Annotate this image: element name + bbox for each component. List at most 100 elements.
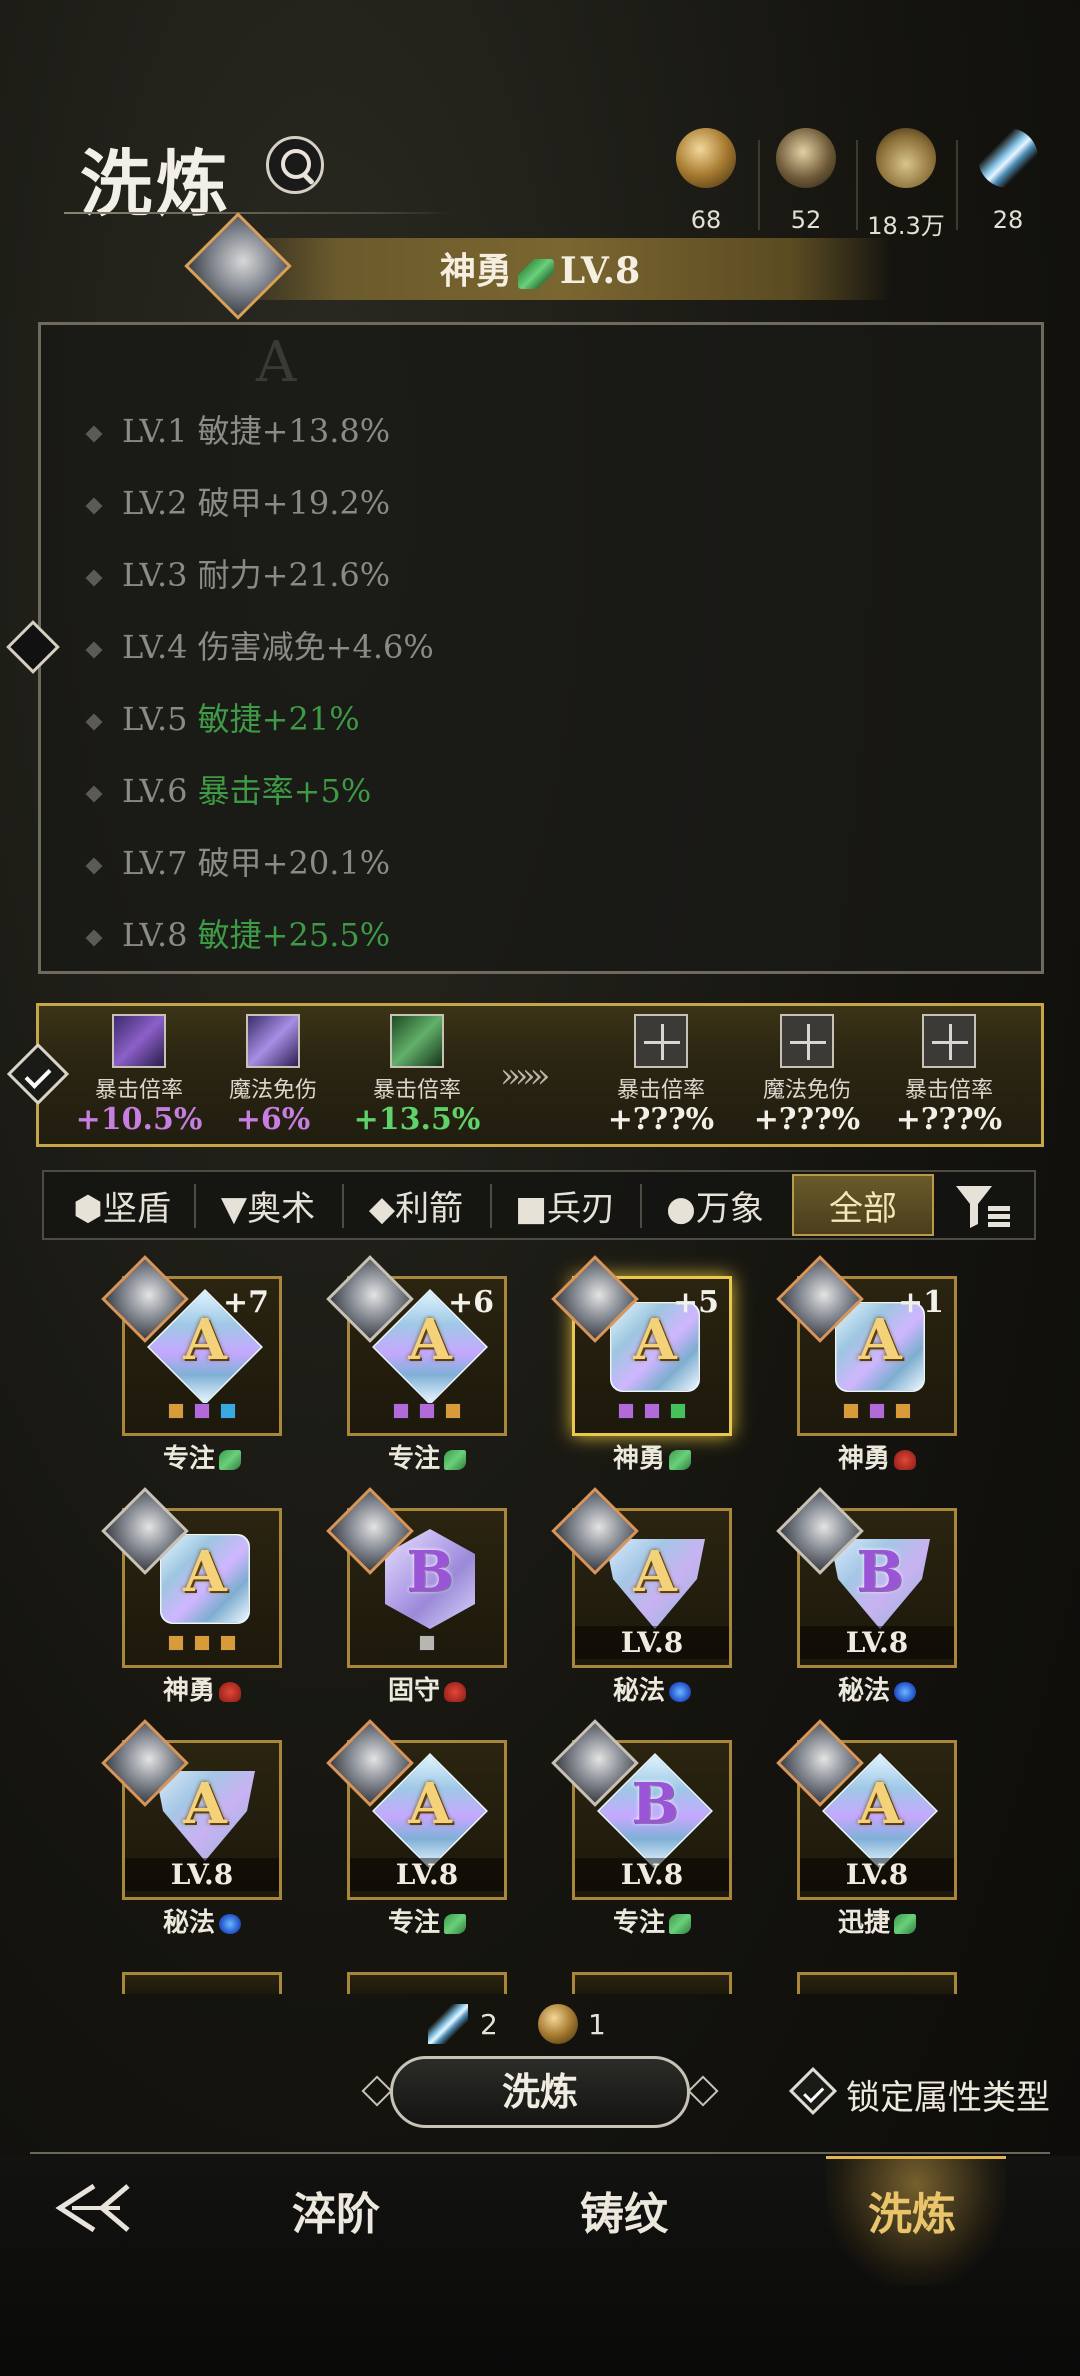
red-rune-icon (444, 1682, 466, 1702)
gem-slots (350, 1403, 504, 1423)
green-rune-icon (219, 1450, 241, 1470)
gem-slots (575, 1403, 729, 1423)
preview-attr-3: 暴击倍率 +???% (874, 1014, 1024, 1137)
stat-row: LV.6 暴击率+5% (85, 766, 371, 812)
plus-icon (780, 1014, 834, 1068)
stat-level: LV.3 (122, 556, 188, 594)
slot-icon (644, 1403, 660, 1419)
refine-button[interactable]: 洗炼 (390, 2056, 690, 2128)
gem-name: 秘法 (122, 1902, 282, 1939)
gem-name: 神勇 (797, 1438, 957, 1475)
stat-level: LV.5 (122, 700, 188, 738)
plus-icon (634, 1014, 688, 1068)
search-icon[interactable] (266, 136, 324, 194)
resource-ore-gold[interactable]: 68 (656, 128, 756, 234)
slot-icon (168, 1635, 184, 1651)
back-icon[interactable] (54, 2178, 138, 2238)
green-rune-icon (669, 1914, 691, 1934)
stat-attr: 敏捷+21% (197, 700, 360, 738)
gem-card-partial[interactable] (122, 1972, 282, 1994)
red-rune-icon (894, 1450, 916, 1470)
ore-gold-icon (676, 128, 736, 188)
gem-name: 迅捷 (797, 1902, 957, 1939)
cost-ore: 1 (588, 2008, 606, 2041)
filter-tab-arrow[interactable]: ◆利箭 (344, 1178, 488, 1232)
agility-rune-icon (517, 259, 554, 289)
stat-row: LV.3 耐力+21.6% (85, 550, 391, 596)
gem-name: 秘法 (797, 1670, 957, 1707)
slot-icon (618, 1403, 634, 1419)
stat-attr: 敏捷+25.5% (197, 916, 391, 954)
gem-card-partial[interactable] (347, 1972, 507, 1994)
title-divider (64, 212, 454, 214)
current-attr-1: 暴击倍率 +10.5% (64, 1014, 214, 1137)
slot-icon (220, 1403, 236, 1419)
gem-level: LV.8 (350, 1858, 504, 1891)
bullet-icon (85, 569, 103, 586)
filter-tab-shield[interactable]: ⬢坚盾 (52, 1178, 192, 1232)
bullet-icon (85, 857, 103, 874)
gem-name: 秘法 (572, 1670, 732, 1707)
gem-enhance-level: +5 (672, 1285, 719, 1320)
nav-tab-forge[interactable]: 铸纹 (580, 2178, 668, 2242)
cost-feather: 2 (480, 2008, 498, 2041)
gem-level: LV.8 (125, 1858, 279, 1891)
stat-attr: 耐力+21.6% (197, 556, 391, 594)
stat-level: LV.2 (122, 484, 188, 522)
ore-gold-icon (538, 2004, 578, 2044)
magic-resist-icon (246, 1014, 300, 1068)
preview-attr-1: 暴击倍率 +???% (586, 1014, 736, 1137)
gem-name: 专注 (572, 1902, 732, 1939)
feather-icon (428, 2004, 468, 2044)
gem-card-partial[interactable] (572, 1972, 732, 1994)
gem-slots (350, 1635, 504, 1655)
slot-icon (194, 1403, 210, 1419)
slot-icon (869, 1403, 885, 1419)
bullet-icon (85, 785, 103, 802)
filter-tab-all[interactable]: 全部 (792, 1178, 934, 1232)
stat-row: LV.5 敏捷+21% (85, 694, 360, 740)
stat-attr: 破甲+19.2% (197, 484, 391, 522)
resource-ore-dark[interactable]: 52 (756, 128, 856, 234)
lock-attribute-label[interactable]: 锁定属性类型 (846, 2070, 1050, 2119)
ore-dark-icon (776, 128, 836, 188)
gem-name: 神勇 (122, 1670, 282, 1707)
gem-level: LV.8 (575, 1626, 729, 1659)
green-rune-icon (444, 1450, 466, 1470)
stat-row: LV.8 敏捷+25.5% (85, 910, 391, 956)
stat-level: LV.8 (122, 916, 188, 954)
filter-tab-universal[interactable]: ●万象 (642, 1178, 788, 1232)
slot-icon (895, 1403, 911, 1419)
lock-attribute-checkbox[interactable] (788, 2066, 838, 2116)
bullet-icon (85, 425, 103, 442)
nav-tab-quench[interactable]: 淬阶 (292, 2178, 380, 2242)
blue-rune-icon (894, 1682, 916, 1702)
slot-icon (445, 1403, 461, 1419)
gem-card-partial[interactable] (797, 1972, 957, 1994)
gem-name: 神勇 (572, 1438, 732, 1475)
current-attr-2: 魔法免伤 +6% (198, 1014, 348, 1137)
filter-icon[interactable] (954, 1182, 1014, 1230)
nav-tab-refine[interactable]: 洗炼 (868, 2178, 956, 2242)
gem-level: LV.8 (800, 1626, 954, 1659)
stat-level: LV.6 (122, 772, 188, 810)
gem-name: 固守 (347, 1670, 507, 1707)
potion-icon (876, 128, 936, 188)
filter-tab-blade[interactable]: ■兵刃 (492, 1178, 638, 1232)
stat-attr: 破甲+20.1% (197, 844, 391, 882)
resource-potion[interactable]: 18.3万 (856, 128, 956, 241)
stat-row: LV.7 破甲+20.1% (85, 838, 391, 884)
button-ornament-left (361, 2075, 393, 2107)
slot-icon (419, 1635, 435, 1651)
blue-rune-icon (669, 1682, 691, 1702)
red-rune-icon (219, 1682, 241, 1702)
green-rune-icon (669, 1450, 691, 1470)
stat-attr: 伤害减免+4.6% (197, 628, 434, 666)
resource-feather[interactable]: 28 (958, 128, 1058, 234)
bullet-icon (85, 713, 103, 730)
filter-tab-arcane[interactable]: ▼奥术 (196, 1178, 340, 1232)
page-title: 洗炼 (80, 141, 233, 226)
stat-row: LV.2 破甲+19.2% (85, 478, 391, 524)
gem-slots (800, 1403, 954, 1423)
preview-attr-2: 魔法免伤 +???% (732, 1014, 882, 1137)
